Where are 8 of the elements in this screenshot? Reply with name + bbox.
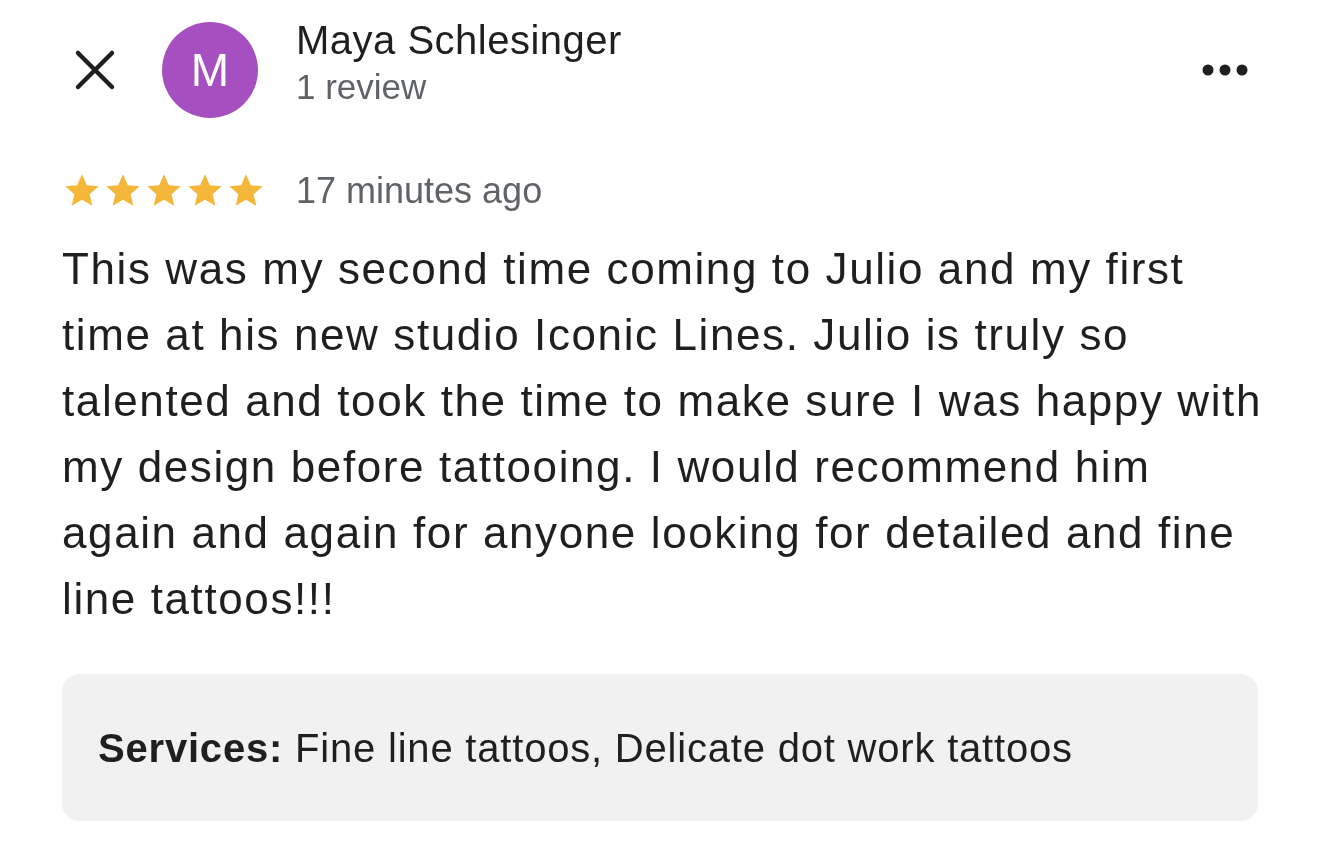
review-count: 1 review [296, 66, 428, 107]
avatar: M [162, 22, 258, 118]
more-options-button[interactable] [1202, 64, 1248, 76]
close-button[interactable] [74, 49, 116, 91]
review-time: 17 minutes ago [296, 170, 543, 212]
reviewer-name: Maya Schlesinger [296, 17, 622, 63]
review-text: This was my second time coming to Julio and my first time at his new studio Iconic Lines. Julio is truly so talented and took the time to make sure I was happy with my design before tattooing. I would recommend him again and again for anyone looking for detailed and fine line tattoos!!! [62, 243, 1263, 625]
services-text: Services: Fine line tattoos, Delicate dot work tattoos [62, 674, 1258, 821]
